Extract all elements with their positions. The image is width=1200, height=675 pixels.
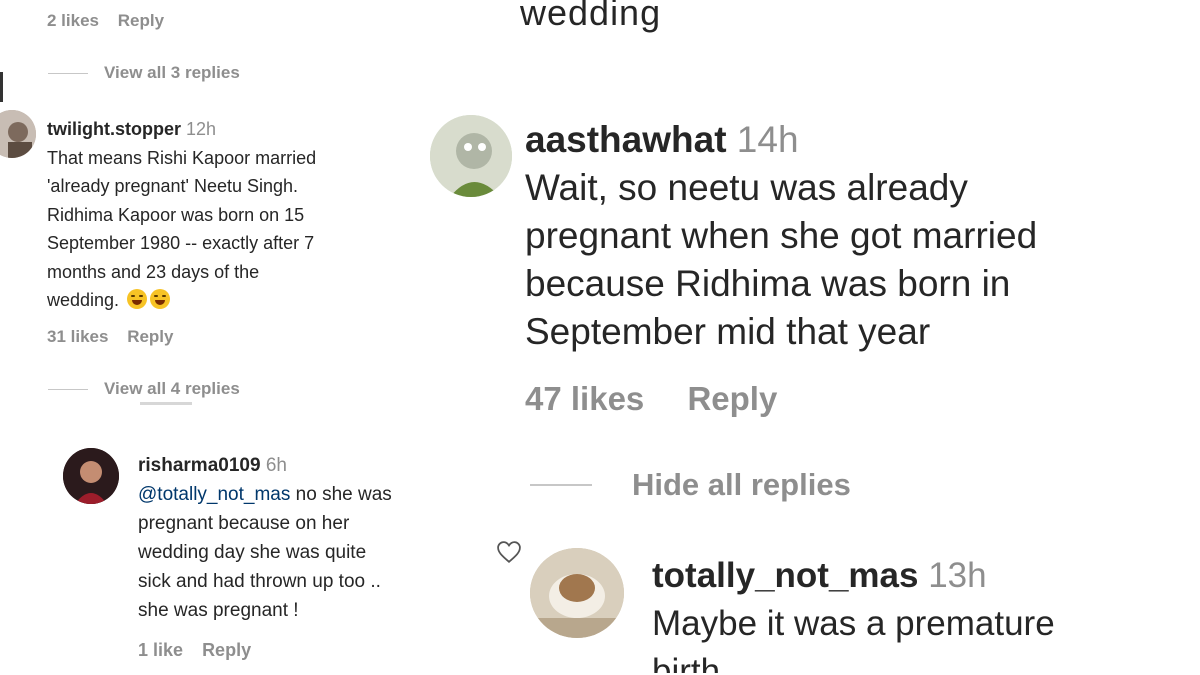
comment-text-line: That means Rishi Kapoor married [47,147,317,168]
avatar[interactable] [530,548,624,638]
comment-text-line: months and 23 days of the [47,261,260,282]
comment-text-line: September 1980 -- exactly after 7 [47,233,315,253]
comment-time: 12h [186,119,217,139]
avatar-image [0,110,36,158]
reply-comment-clip: totally_not_mas 13h Maybe it was a prema… [652,552,1192,673]
comment-text-line: birth [652,652,721,673]
comment-time: 13h [928,556,987,595]
top-comment-meta: 2 likes Reply [47,11,164,31]
avatar[interactable] [430,115,512,197]
comment-text-first-line: @totally_not_mas no she was [138,480,498,509]
mention-link[interactable]: @totally_not_mas [138,484,290,505]
comment-meta: 47 likes Reply [525,380,777,418]
avatar-image [63,448,119,504]
partial-comment-text: wedding [520,0,662,33]
comment-text-line: Ridhima Kapoor was born on 15 [47,204,305,225]
comment-text-line: September mid that year [525,311,931,352]
left-edge-mark [0,72,3,102]
divider [48,389,88,390]
comment-text: no she was [295,484,392,505]
likes-count[interactable]: 31 likes [47,327,108,346]
avatar[interactable] [0,110,36,158]
comment: aasthawhat 14h Wait, so neetu was alread… [525,116,1185,356]
reply-link[interactable]: Reply [118,11,164,30]
comment-meta: 31 likes Reply [47,327,173,347]
comment-username[interactable]: totally_not_mas [652,556,918,595]
comment-text-line: Maybe it was a premature [652,604,1055,643]
joy-emoji-icon [150,289,171,309]
comment-username[interactable]: aasthawhat [525,119,727,160]
avatar-image [530,548,624,638]
comment-time: 6h [265,455,287,476]
joy-emoji-icon [127,289,148,309]
hide-replies-link[interactable]: Hide all replies [632,467,851,503]
reply-link[interactable]: Reply [202,640,251,660]
reply-link[interactable]: Reply [687,380,777,417]
likes-count[interactable]: 2 likes [47,11,99,30]
avatar[interactable] [63,448,119,504]
comment: twilight.stopper 12h That means Rishi Ka… [47,115,417,315]
divider [48,73,88,74]
comment-text-line: sick and had thrown up too .. [138,571,381,592]
comment-text-line: pregnant because on her [138,513,350,534]
view-replies-link[interactable]: View all 4 replies [104,379,240,399]
comment-username[interactable]: risharma0109 [138,455,261,476]
comment-text-line: Wait, so neetu was already [525,167,968,208]
comment-text-line: she was pregnant ! [138,600,299,621]
reply-comment: totally_not_mas 13h Maybe it was a prema… [652,552,1192,673]
reply-comment: risharma0109 6h @totally_not_mas no she … [138,451,498,625]
heart-outline-icon[interactable] [495,540,523,564]
comment-text-line: pregnant when she got married [525,215,1038,256]
divider [530,484,592,486]
likes-count[interactable]: 1 like [138,640,183,660]
partial-artifact [140,402,192,405]
comment-text-line: wedding. [47,290,120,310]
likes-count[interactable]: 47 likes [525,380,644,417]
avatar-image [430,115,512,197]
comment-text-line: because Ridhima was born in [525,263,1011,304]
comment-text-line: 'already pregnant' Neetu Singh. [47,176,299,196]
comment-text-last-line: wedding. [47,286,417,315]
comment-username[interactable]: twilight.stopper [47,119,181,139]
reply-link[interactable]: Reply [127,327,173,346]
partial-text-clip: wedding [520,0,760,44]
view-replies-link[interactable]: View all 3 replies [104,63,240,83]
comment-meta: 1 like Reply [138,640,251,661]
comment-text-line: wedding day she was quite [138,542,367,563]
comment-time: 14h [736,119,799,160]
